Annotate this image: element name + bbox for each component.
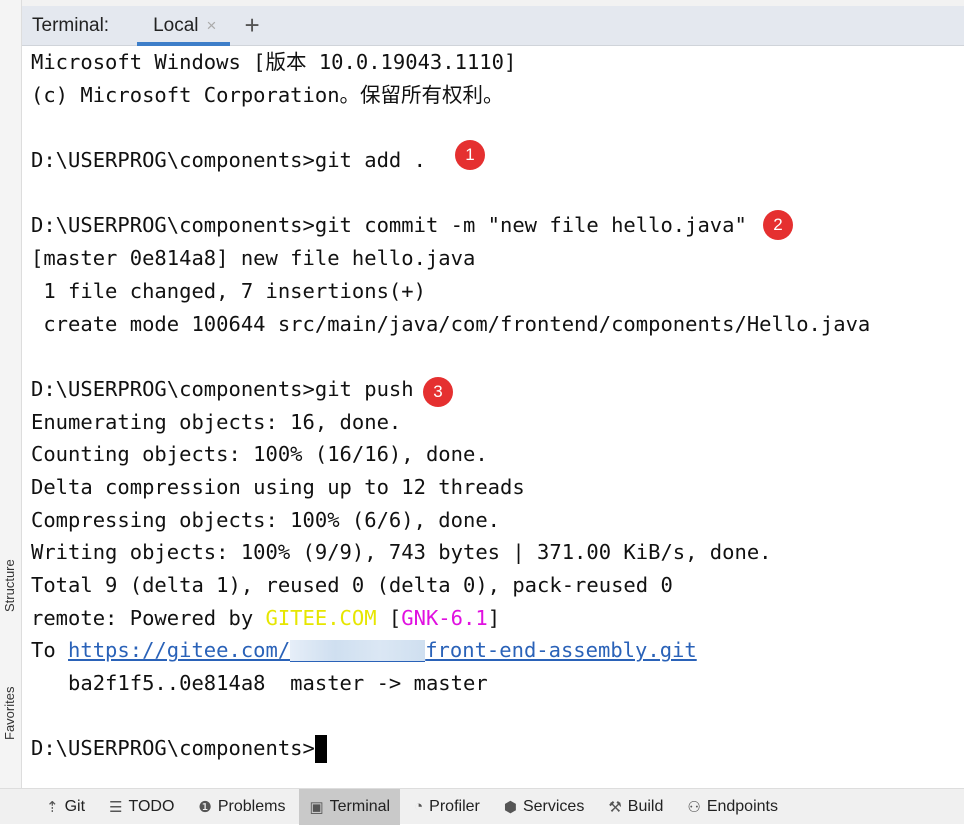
redacted-region xyxy=(290,640,426,663)
terminal-line: Microsoft Windows [版本 10.0.19043.1110] xyxy=(31,50,517,74)
problems-icon: ❶ xyxy=(198,798,212,816)
services-icon: ⬢ xyxy=(503,798,517,816)
tool-window-profiler[interactable]: ◔ Profiler xyxy=(404,789,490,825)
tool-window-terminal[interactable]: ▣ Terminal xyxy=(299,788,401,825)
tool-window-build[interactable]: ⚒ Build xyxy=(598,789,673,825)
prompt: D:\USERPROG\components> xyxy=(31,736,315,761)
terminal-line: Writing objects: 100% (9/9), 743 bytes |… xyxy=(31,540,772,565)
terminal-line: Compressing objects: 100% (6/6), done. xyxy=(31,507,500,532)
cursor xyxy=(314,735,327,764)
tool-window-git[interactable]: ⇡ Git xyxy=(36,789,95,825)
tool-window-label: Git xyxy=(64,797,86,815)
terminal-output[interactable]: Microsoft Windows [版本 10.0.19043.1110] (c… xyxy=(31,46,870,765)
gnk-text: GNK-6.1 xyxy=(401,605,488,630)
repo-link-end[interactable]: front-end-assembly.git xyxy=(425,638,697,662)
terminal-line: Counting objects: 100% (16/16), done. xyxy=(31,442,488,467)
active-tab-indicator xyxy=(137,41,231,46)
tab-label: Local xyxy=(153,14,199,36)
terminal-line: D:\USERPROG\components>git add . xyxy=(31,148,426,173)
step-badge-3: 3 xyxy=(423,377,453,407)
tool-window-endpoints[interactable]: ⚇ Endpoints xyxy=(677,789,788,825)
add-tab-icon[interactable]: + xyxy=(244,10,259,41)
tool-window-label: Build xyxy=(627,797,664,815)
tool-window-label: Terminal xyxy=(329,797,391,815)
left-tool-strip: Structure Favorites xyxy=(0,0,22,790)
terminal-line: D:\USERPROG\components>git commit -m "ne… xyxy=(31,213,747,238)
build-icon: ⚒ xyxy=(608,798,622,816)
terminal-line: (c) Microsoft Corporation。保留所有权利。 xyxy=(31,82,504,107)
endpoints-icon: ⚇ xyxy=(687,798,701,816)
repo-link-start[interactable]: https://gitee.com/ xyxy=(68,638,290,662)
step-badge-1: 1 xyxy=(455,140,485,170)
favorites-tab[interactable]: Favorites xyxy=(2,687,17,740)
tool-window-label: Profiler xyxy=(429,797,480,815)
terminal-line: [master 0e814a8] new file hello.java xyxy=(31,246,476,271)
tool-window-label: Endpoints xyxy=(706,797,778,815)
to-line: To https://gitee.com/front-end-assembly.… xyxy=(31,634,870,667)
terminal-line: Delta compression using up to 12 threads xyxy=(31,474,525,499)
tool-window-todo[interactable]: ☰ TODO xyxy=(99,789,184,825)
tool-window-problems[interactable]: ❶ Problems xyxy=(188,789,295,825)
terminal-header: Terminal: Local × + xyxy=(22,6,964,46)
terminal-label: Terminal: xyxy=(32,14,110,36)
gitee-text: GITEE.COM xyxy=(265,605,377,630)
terminal-line: 1 file changed, 7 insertions(+) xyxy=(31,278,426,303)
step-badge-2: 2 xyxy=(763,210,793,240)
todo-icon: ☰ xyxy=(109,798,123,816)
remote-prefix: remote: Powered by xyxy=(31,605,266,630)
tool-window-bar: ⇡ Git ☰ TODO ❶ Problems ▣ Terminal ◔ Profiler ⬢ Ser… xyxy=(0,788,964,825)
terminal-icon: ▣ xyxy=(309,798,324,816)
tab-local[interactable]: Local × xyxy=(137,6,231,46)
profiler-icon: ◔ xyxy=(414,798,424,815)
close-icon[interactable]: × xyxy=(207,16,217,36)
tool-window-services[interactable]: ⬢ Services xyxy=(494,789,594,825)
bracket-close: ] xyxy=(487,605,501,630)
git-icon: ⇡ xyxy=(46,798,59,816)
terminal-line: Enumerating objects: 16, done. xyxy=(31,409,402,434)
tool-window-label: Services xyxy=(522,797,585,815)
structure-tab[interactable]: Structure xyxy=(2,559,17,612)
bracket-open: [ xyxy=(376,605,402,630)
tool-window-label: Problems xyxy=(217,797,286,815)
remote-line: remote: Powered by GITEE.COM [GNK-6.1] xyxy=(31,602,870,635)
terminal-line: Total 9 (delta 1), reused 0 (delta 0), p… xyxy=(31,573,673,597)
terminal-line: create mode 100644 src/main/java/com/fro… xyxy=(31,311,871,336)
update-line: ba2f1f5..0e814a8 master -> master xyxy=(31,671,488,696)
prompt-line: D:\USERPROG\components> xyxy=(31,732,870,765)
tool-window-label: TODO xyxy=(128,797,175,815)
to-prefix: To xyxy=(31,638,69,663)
